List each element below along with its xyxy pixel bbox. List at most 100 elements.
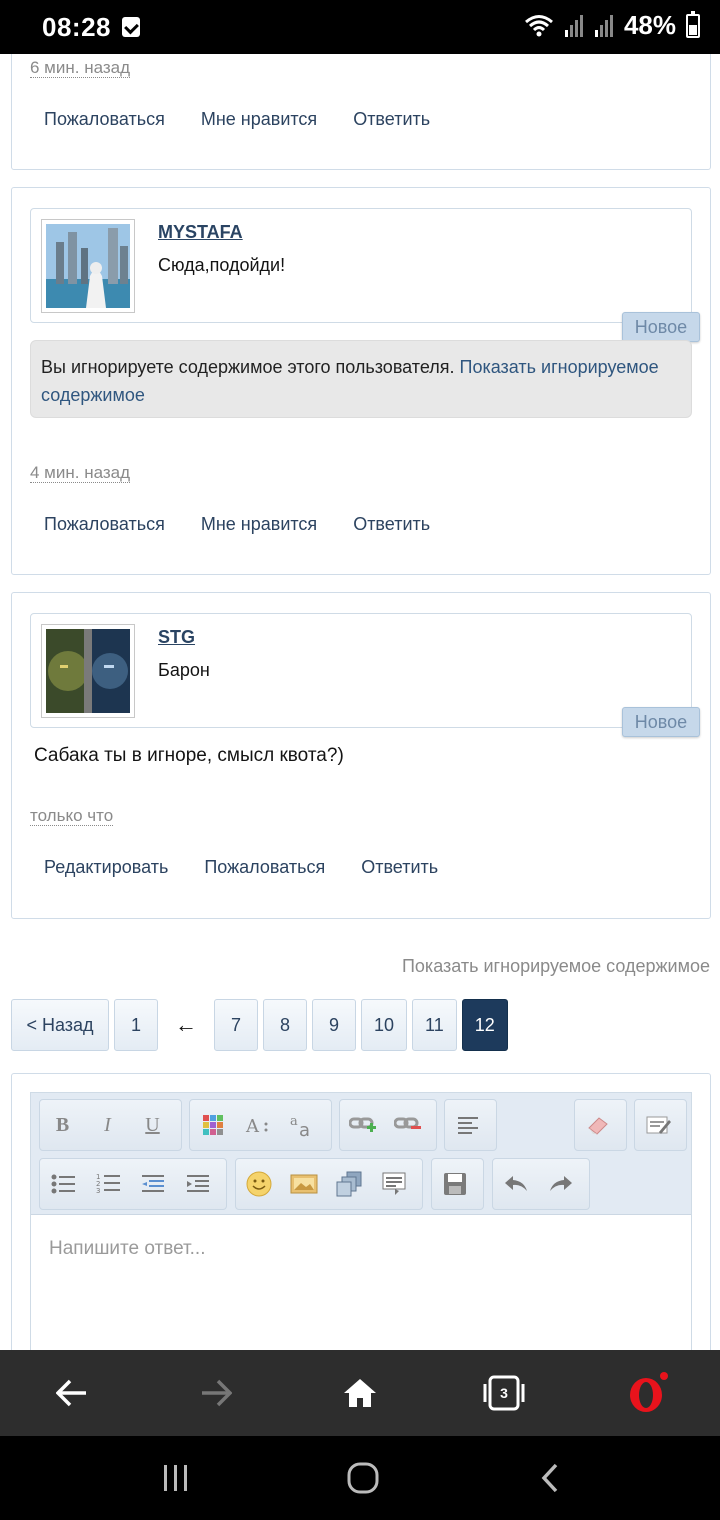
bullet-list-icon[interactable]: [40, 1159, 85, 1209]
home-system-button[interactable]: [323, 1436, 403, 1520]
username-link[interactable]: STG: [158, 627, 195, 648]
forward-arrow-icon: [202, 1379, 232, 1407]
new-badge: Новое: [622, 312, 700, 342]
post-message: Сабака ты в игноре, смысл квота?): [34, 745, 344, 766]
post-time[interactable]: 6 мин. назад: [30, 59, 131, 78]
italic-button[interactable]: I: [85, 1100, 130, 1150]
ignored-text: Вы игнорируете содержимое этого пользова…: [41, 357, 460, 377]
signal-icon-1: [564, 14, 583, 37]
pager-arrow-icon[interactable]: ←: [163, 999, 209, 1051]
edit-link[interactable]: Редактировать: [44, 857, 168, 878]
quote-icon[interactable]: [371, 1159, 416, 1209]
font-family-icon[interactable]: aa: [280, 1100, 325, 1150]
user-title: Сюда,подойди!: [158, 255, 286, 275]
bold-button[interactable]: B: [40, 1100, 85, 1150]
save-icon[interactable]: [432, 1159, 477, 1209]
recents-button[interactable]: [136, 1436, 216, 1520]
tabs-button[interactable]: 3: [464, 1350, 544, 1436]
pager-page-7[interactable]: 7: [214, 999, 258, 1051]
pager-page-11[interactable]: 11: [412, 999, 457, 1051]
reply-link[interactable]: Ответить: [361, 857, 438, 878]
notification-check-icon: [122, 17, 140, 37]
svg-text:3: 3: [96, 1187, 100, 1195]
indent-icon[interactable]: [175, 1159, 220, 1209]
report-link[interactable]: Пожаловаться: [204, 857, 325, 878]
pagination: < Назад 1 ← 7 8 9 10 11 12: [11, 999, 508, 1051]
pager-page-1[interactable]: 1: [114, 999, 158, 1051]
add-link-icon[interactable]: [340, 1100, 385, 1150]
avatar[interactable]: [41, 624, 135, 718]
home-icon: [344, 1379, 376, 1407]
post-2: MYSTAFA Сюда,подойди! Новое Вы игнорируе…: [11, 187, 711, 575]
recents-icon: [164, 1465, 187, 1491]
home-circle-icon: [347, 1462, 379, 1494]
eraser-icon[interactable]: [575, 1100, 620, 1150]
remove-link-icon[interactable]: [385, 1100, 430, 1150]
align-icon[interactable]: [445, 1100, 490, 1150]
pager-page-10[interactable]: 10: [361, 999, 408, 1051]
svg-text:a: a: [299, 1120, 310, 1138]
status-icons: 48%: [524, 10, 700, 41]
wifi-icon: [524, 14, 553, 36]
pager-back-button[interactable]: < Назад: [11, 999, 109, 1051]
back-button[interactable]: [32, 1350, 112, 1436]
reply-link[interactable]: Ответить: [353, 514, 430, 535]
post-time[interactable]: 4 мин. назад: [30, 464, 131, 483]
user-block: MYSTAFA Сюда,подойди!: [30, 208, 692, 323]
align-group: [444, 1099, 497, 1151]
avatar-image: [46, 224, 130, 308]
pager-page-8[interactable]: 8: [263, 999, 307, 1051]
like-link[interactable]: Мне нравится: [201, 514, 317, 535]
opera-menu-button[interactable]: [608, 1350, 688, 1436]
save-group: [431, 1158, 484, 1210]
insert-group: [235, 1158, 423, 1210]
link-group: [339, 1099, 437, 1151]
reply-link[interactable]: Ответить: [353, 109, 430, 130]
outdent-icon[interactable]: [130, 1159, 175, 1209]
image-icon[interactable]: [281, 1159, 326, 1209]
report-link[interactable]: Пожаловаться: [44, 109, 165, 130]
list-group: 123: [39, 1158, 227, 1210]
reply-input[interactable]: Напишите ответ...: [49, 1238, 205, 1260]
post-1: 6 мин. назад Пожаловаться Мне нравится О…: [11, 54, 711, 170]
editor-toolbar: B I U A aa 1 2 3: [31, 1093, 691, 1215]
format-group: B I U: [39, 1099, 182, 1151]
home-button[interactable]: [320, 1350, 400, 1436]
like-link[interactable]: Мне нравится: [201, 109, 317, 130]
reply-editor: B I U A aa 1 2 3 Напишите ответ...: [11, 1073, 711, 1350]
color-icon[interactable]: [190, 1100, 235, 1150]
numbered-list-icon[interactable]: 123: [85, 1159, 130, 1209]
pager-page-current[interactable]: 12: [461, 999, 508, 1051]
battery-icon: [686, 10, 700, 38]
underline-button[interactable]: U: [130, 1100, 175, 1150]
source-group: [634, 1099, 687, 1151]
post-actions: Пожаловаться Мне нравится Ответить: [44, 109, 430, 130]
browser-nav-bar: 3: [0, 1350, 720, 1436]
avatar[interactable]: [41, 219, 135, 313]
forum-page: 6 мин. назад Пожаловаться Мне нравится О…: [0, 54, 720, 1350]
source-edit-icon[interactable]: [635, 1100, 680, 1150]
post-actions: Редактировать Пожаловаться Ответить: [44, 857, 438, 878]
font-size-icon[interactable]: A: [235, 1100, 280, 1150]
show-ignored-content-link[interactable]: Показать игнорируемое содержимое: [402, 956, 710, 977]
svg-text:A: A: [245, 1116, 260, 1137]
smiley-icon[interactable]: [236, 1159, 281, 1209]
report-link[interactable]: Пожаловаться: [44, 514, 165, 535]
redo-icon[interactable]: [538, 1159, 583, 1209]
username-link[interactable]: MYSTAFA: [158, 222, 243, 243]
pager-page-9[interactable]: 9: [312, 999, 356, 1051]
ignored-notice: Вы игнорируете содержимое этого пользова…: [30, 340, 692, 418]
media-icon[interactable]: [326, 1159, 371, 1209]
svg-text:a: a: [290, 1114, 298, 1129]
undo-icon[interactable]: [493, 1159, 538, 1209]
status-time: 08:28: [42, 12, 111, 42]
post-time[interactable]: только что: [30, 807, 114, 826]
post-actions: Пожаловаться Мне нравится Ответить: [44, 514, 430, 535]
system-nav-bar: [0, 1436, 720, 1520]
opera-icon: [630, 1372, 668, 1412]
back-system-button[interactable]: [510, 1436, 590, 1520]
user-block: STG Барон: [30, 613, 692, 728]
forward-button[interactable]: [176, 1350, 256, 1436]
user-title: Барон: [158, 660, 210, 680]
editor-frame: B I U A aa 1 2 3 Напишите ответ...: [30, 1092, 692, 1350]
